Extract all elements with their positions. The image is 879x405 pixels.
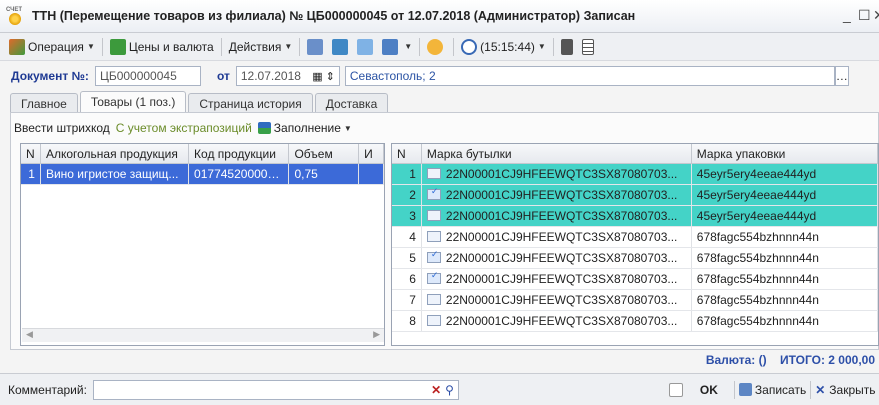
prices-currency-button[interactable]: Цены и валюта [107,36,217,58]
operation-button[interactable]: Операция ▼ [6,36,98,58]
doc-date-label: от [216,69,230,83]
table-row[interactable]: 8 22N00001CJ9HFEEWQTC3SX87080703... 678fag… [392,311,878,332]
comment-field[interactable]: ✕ ⚲ [92,379,459,400]
close-button[interactable]: ✕ Закрыть [815,383,875,397]
organization-select-button[interactable]: … [834,66,849,86]
left-table-scrollbar[interactable]: ◀ ▶ [22,328,384,342]
barcode-button[interactable]: Ввести штрихкод [14,121,110,135]
doc-icon [426,294,441,305]
excise-stamps-table[interactable]: N Марка бутылки Марка упаковки 1 22N00001… [391,143,879,346]
fill-button[interactable]: Заполнение ▼ [257,121,352,135]
doc-icon [426,168,441,179]
goods-toolbar: Ввести штрихкод С учетом экстрапозиций З… [14,118,352,138]
minimize-icon[interactable]: _ [843,7,851,23]
table-row[interactable]: 4 22N00001CJ9HFEEWQTC3SX87080703... 678fag… [392,227,878,248]
calendar-icon[interactable]: ▦ ⇕ [312,70,335,83]
doc-icon [426,210,441,221]
fill-icon [257,122,271,134]
table-header: N Алкогольная продукция Код продукции Об… [21,144,384,164]
alcohol-products-table[interactable]: N Алкогольная продукция Код продукции Об… [20,143,385,346]
title-bar: СЧЕТ ТТН (Перемещение товаров из филиала… [0,0,879,33]
scroll-left-icon[interactable]: ◀ [26,329,33,340]
expo-link[interactable]: С учетом экстрапозиций [116,121,252,135]
tab-bar: Главное Товары (1 поз.) Страница история… [10,91,390,113]
clear-icon[interactable]: ✕ [431,383,441,397]
save-icon [738,383,752,396]
copy-icon [357,38,374,55]
maximize-icon[interactable]: ☐ [858,7,871,24]
tab-delivery[interactable]: Доставка [314,93,389,113]
tree-icon [560,38,573,55]
save-button[interactable]: Записать [738,383,806,397]
tab-history[interactable]: Страница история [188,93,313,113]
table-row[interactable]: 222N00001CJ9HFEEWQTC3SX87080703...45eyr5… [392,185,878,206]
bottom-bar: Комментарий: ✕ ⚲ OK Записать ✕ Закрыть [0,373,879,405]
checked-doc-icon [426,186,441,200]
table-row[interactable]: 3 22N00001CJ9HFEEWQTC3SX87080703... 45eyr5… [392,206,878,227]
goto-button[interactable]: ▼ [379,36,415,58]
organization-field[interactable]: Севастополь; 2 [344,66,835,86]
structure-button[interactable] [329,36,354,58]
operation-icon [9,38,25,55]
close-icon[interactable]: ✕ [873,7,879,24]
print-check-icon[interactable] [668,382,683,397]
post-icon [307,38,324,55]
table-header: N Марка бутылки Марка упаковки [392,144,878,164]
document-row: Документ №: ЦБ000000045 от 12.07.2018 ▦ … [0,62,879,90]
tab-goods[interactable]: Товары (1 поз.) [79,91,187,113]
close-x-icon: ✕ [815,382,826,397]
doc-icon [426,315,441,326]
totals: Валюта: () ИТОГО: 2 000,00 [706,353,875,367]
doc-date-field[interactable]: 12.07.2018 ▦ ⇕ [235,66,340,86]
table-row[interactable]: 1 Вино игристое защищ... 017745200000...… [21,164,384,185]
clock-icon [461,38,478,55]
table-row[interactable]: 522N00001CJ9HFEEWQTC3SX87080703...678fag… [392,248,878,269]
ok-button[interactable]: OK [700,383,718,397]
list-icon [581,38,594,55]
structure-icon [332,38,349,55]
comment-label: Комментарий: [8,382,87,397]
table-row[interactable]: 622N00001CJ9HFEEWQTC3SX87080703...678fag… [392,269,878,290]
table-row[interactable]: 7 22N00001CJ9HFEEWQTC3SX87080703... 678fag… [392,290,878,311]
doc-number-label: Документ №: [11,69,89,83]
checked-doc-icon [426,249,441,263]
total-label: ИТОГО: 2 000,00 [779,353,875,367]
table-row[interactable]: 1 22N00001CJ9HFEEWQTC3SX87080703... 45eyr5… [392,164,878,185]
list-button[interactable] [579,36,600,58]
copy-button[interactable] [354,36,379,58]
help-icon [427,38,444,55]
tab-main[interactable]: Главное [10,93,78,113]
scroll-right-icon[interactable]: ▶ [373,329,380,340]
prices-icon [109,38,126,55]
currency-label: Валюта: () [705,353,767,367]
search-icon[interactable]: ⚲ [445,383,454,397]
checked-doc-icon [426,270,441,284]
doc-number-field[interactable]: ЦБ000000045 [94,66,201,86]
goto-icon [382,38,399,55]
post-button[interactable] [304,36,329,58]
structure-tree-button[interactable] [558,36,579,58]
doc-icon [426,231,441,242]
toolbar: Операция ▼ Цены и валюта Действия ▼ ▼ (15:… [0,33,879,61]
help-button[interactable] [424,36,449,58]
actions-button[interactable]: Действия ▼ [226,36,296,58]
window-title: ТТН (Перемещение товаров из филиала) № Ц… [32,9,636,23]
time-button[interactable]: (15:15:44) ▼ [458,36,549,58]
app-icon: СЧЕТ [6,7,24,25]
